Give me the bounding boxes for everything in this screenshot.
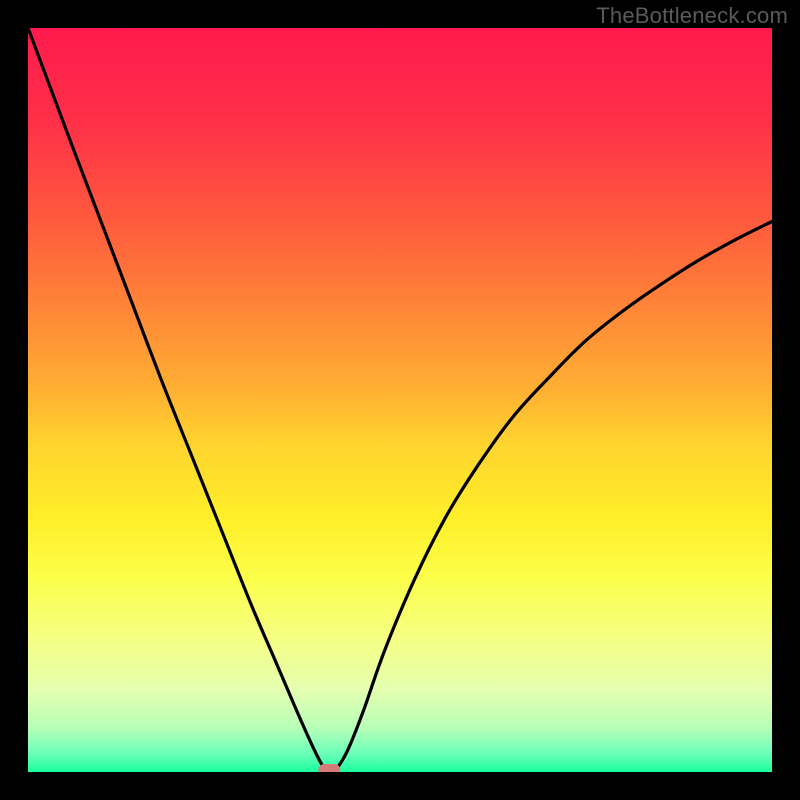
- watermark-text: TheBottleneck.com: [596, 3, 788, 29]
- bottleneck-chart: [0, 0, 800, 800]
- chart-container: TheBottleneck.com: [0, 0, 800, 800]
- chart-background: [28, 28, 772, 772]
